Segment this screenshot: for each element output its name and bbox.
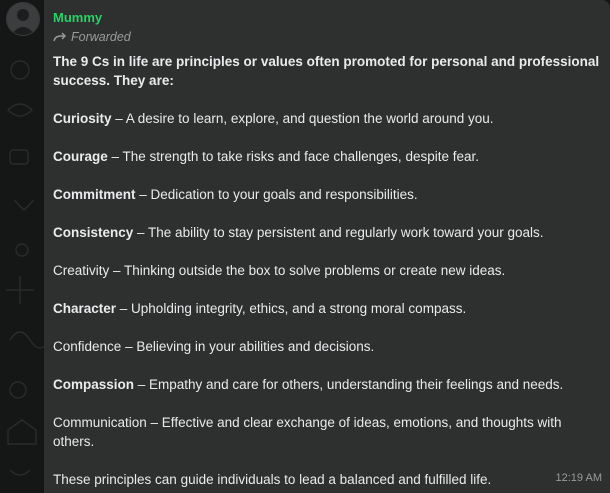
- item-desc: – The strength to take risks and face ch…: [107, 149, 479, 164]
- list-item: Consistency – The ability to stay persis…: [53, 223, 600, 242]
- list-item: Confidence – Believing in your abilities…: [53, 337, 600, 356]
- item-desc: – Dedication to your goals and responsib…: [135, 187, 418, 202]
- item-term: Curiosity: [53, 111, 112, 126]
- item-term: Commitment: [53, 187, 136, 202]
- list-item: Creativity – Thinking outside the box to…: [53, 261, 600, 280]
- list-item: Compassion – Empathy and care for others…: [53, 375, 600, 394]
- message-intro: The 9 Cs in life are principles or value…: [53, 54, 600, 88]
- list-item: Commitment – Dedication to your goals an…: [53, 185, 600, 204]
- message-text: The 9 Cs in life are principles or value…: [53, 52, 600, 489]
- message-timestamp: 12:19 AM: [555, 472, 602, 484]
- wallpaper-doodle-icon: [6, 60, 50, 476]
- forwarded-label: Forwarded: [53, 28, 600, 46]
- item-term: Compassion: [53, 377, 135, 392]
- message-closing: These principles can guide individuals t…: [53, 472, 492, 487]
- forwarded-text: Forwarded: [71, 30, 131, 44]
- list-item: Curiosity – A desire to learn, explore, …: [53, 109, 600, 128]
- item-term: Creativity: [53, 263, 110, 278]
- item-term: Confidence: [53, 339, 122, 354]
- item-term: Character: [53, 301, 117, 316]
- item-desc: – Empathy and care for others, understan…: [134, 377, 564, 392]
- item-term: Courage: [53, 149, 108, 164]
- item-desc: – The ability to stay persistent and reg…: [133, 225, 544, 240]
- item-term: Communication: [53, 415, 147, 430]
- item-term: Consistency: [53, 225, 134, 240]
- forward-arrow-icon: [53, 32, 66, 42]
- list-item: Courage – The strength to take risks and…: [53, 147, 600, 166]
- list-item: Character – Upholding integrity, ethics,…: [53, 299, 600, 318]
- item-desc: – Believing in your abilities and decisi…: [121, 339, 375, 354]
- person-icon: [7, 3, 39, 35]
- item-desc: – A desire to learn, explore, and questi…: [111, 111, 494, 126]
- message-bubble[interactable]: Mummy Forwarded The 9 Cs in life are pri…: [44, 0, 610, 493]
- item-desc: – Thinking outside the box to solve prob…: [109, 263, 506, 278]
- avatar[interactable]: [6, 2, 40, 36]
- list-item: Communication – Effective and clear exch…: [53, 413, 600, 451]
- item-desc: – Upholding integrity, ethics, and a str…: [116, 301, 467, 316]
- sender-name[interactable]: Mummy: [53, 10, 600, 26]
